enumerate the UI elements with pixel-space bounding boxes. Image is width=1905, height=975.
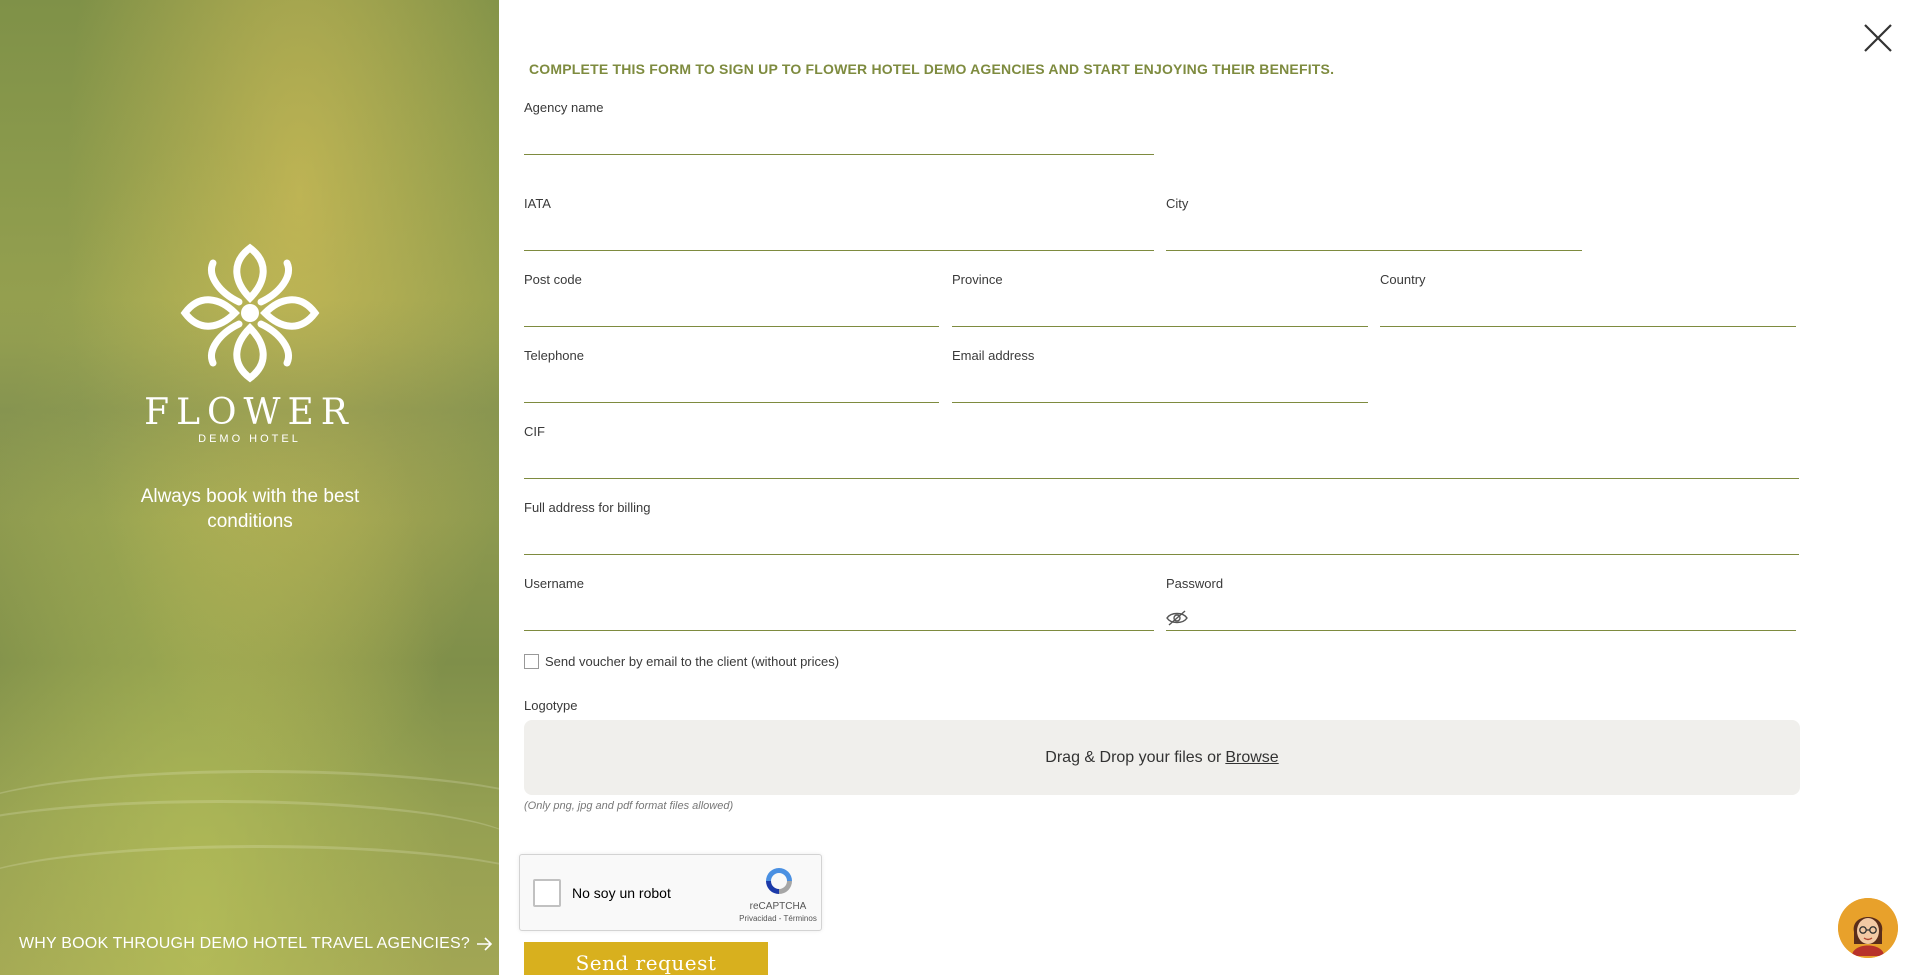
dropzone-text: Drag & Drop your files or	[1045, 748, 1222, 766]
field-underline	[524, 478, 1799, 479]
password-field[interactable]: Password	[1166, 576, 1796, 631]
voucher-checkbox[interactable]	[524, 654, 539, 669]
recaptcha-widget: No soy un robot reCAPTCHA Privacidad - T…	[519, 854, 822, 931]
arrow-right-icon	[476, 937, 493, 951]
logotype-label: Logotype	[524, 698, 578, 713]
flower-logo-icon	[180, 243, 319, 383]
why-book-label: WHY BOOK THROUGH DEMO HOTEL TRAVEL AGENC…	[19, 935, 470, 952]
browse-link[interactable]: Browse	[1225, 749, 1278, 767]
telephone-label: Telephone	[524, 348, 584, 363]
post-code-field[interactable]: Post code	[524, 272, 939, 327]
field-underline	[1166, 250, 1582, 251]
iata-label: IATA	[524, 196, 551, 211]
send-request-button[interactable]: Send request	[524, 942, 768, 975]
billing-address-label: Full address for billing	[524, 500, 651, 515]
password-label: Password	[1166, 576, 1224, 591]
country-field[interactable]: Country	[1380, 272, 1796, 327]
post-code-label: Post code	[524, 272, 582, 287]
country-label: Country	[1380, 272, 1426, 287]
telephone-input[interactable]	[524, 377, 939, 401]
form-title: COMPLETE THIS FORM TO SIGN UP TO FLOWER …	[529, 61, 1335, 77]
cif-field[interactable]: CIF	[524, 424, 1799, 479]
brand-name: FLOWER	[144, 392, 355, 433]
province-field[interactable]: Province	[952, 272, 1368, 327]
field-underline	[524, 630, 1154, 631]
city-field[interactable]: City	[1166, 196, 1582, 251]
recaptcha-checkbox[interactable]	[533, 879, 561, 907]
city-label: City	[1166, 196, 1189, 211]
recaptcha-brand: reCAPTCHA	[749, 901, 807, 912]
field-underline	[1380, 326, 1796, 327]
file-format-note: (Only png, jpg and pdf format files allo…	[524, 800, 734, 812]
field-underline	[524, 154, 1154, 155]
email-field[interactable]: Email address	[952, 348, 1368, 403]
province-input[interactable]	[952, 301, 1368, 325]
file-dropzone[interactable]: Drag & Drop your files or Browse	[524, 720, 1800, 795]
agency-name-label: Agency name	[524, 100, 604, 115]
username-input[interactable]	[524, 605, 1154, 629]
field-underline	[524, 402, 939, 403]
brand-subtitle: DEMO HOTEL	[198, 433, 301, 445]
tagline: Always book with the best conditions	[140, 486, 360, 532]
voucher-option[interactable]: Send voucher by email to the client (wit…	[524, 654, 839, 669]
field-underline	[524, 554, 1799, 555]
recaptcha-label: No soy un robot	[572, 885, 671, 901]
cif-label: CIF	[524, 424, 545, 439]
post-code-input[interactable]	[524, 301, 939, 325]
email-input[interactable]	[952, 377, 1368, 401]
recaptcha-terms-link[interactable]: Privacidad - Términos	[728, 914, 828, 923]
hero-panel: FLOWER DEMO HOTEL Always book with the b…	[0, 0, 499, 975]
username-label: Username	[524, 576, 584, 591]
password-input[interactable]	[1196, 605, 1796, 629]
chat-avatar-icon[interactable]	[1838, 898, 1898, 958]
recaptcha-logo-icon	[766, 868, 792, 894]
iata-field[interactable]: IATA	[524, 196, 1154, 251]
username-field[interactable]: Username	[524, 576, 1154, 631]
agency-name-field[interactable]: Agency name	[524, 100, 1154, 155]
email-label: Email address	[952, 348, 1035, 363]
agency-name-input[interactable]	[524, 129, 1154, 153]
province-label: Province	[952, 272, 1003, 287]
country-input[interactable]	[1380, 301, 1796, 325]
field-underline	[952, 326, 1368, 327]
iata-input[interactable]	[524, 225, 1154, 249]
wave-line	[0, 845, 499, 935]
brand-logo: FLOWER DEMO HOTEL	[0, 238, 499, 445]
city-input[interactable]	[1166, 225, 1582, 249]
field-underline	[524, 326, 939, 327]
why-book-link[interactable]: WHY BOOK THROUGH DEMO HOTEL TRAVEL AGENC…	[19, 935, 494, 953]
field-underline	[524, 250, 1154, 251]
field-underline	[1166, 630, 1796, 631]
billing-address-input[interactable]	[524, 529, 1799, 553]
cif-input[interactable]	[524, 453, 1799, 477]
billing-address-field[interactable]: Full address for billing	[524, 500, 1799, 555]
voucher-label: Send voucher by email to the client (wit…	[545, 654, 840, 669]
field-underline	[952, 402, 1368, 403]
close-icon[interactable]	[1862, 22, 1894, 54]
eye-slash-icon[interactable]	[1166, 609, 1188, 627]
assistant-face-icon	[1838, 898, 1898, 958]
telephone-field[interactable]: Telephone	[524, 348, 939, 403]
